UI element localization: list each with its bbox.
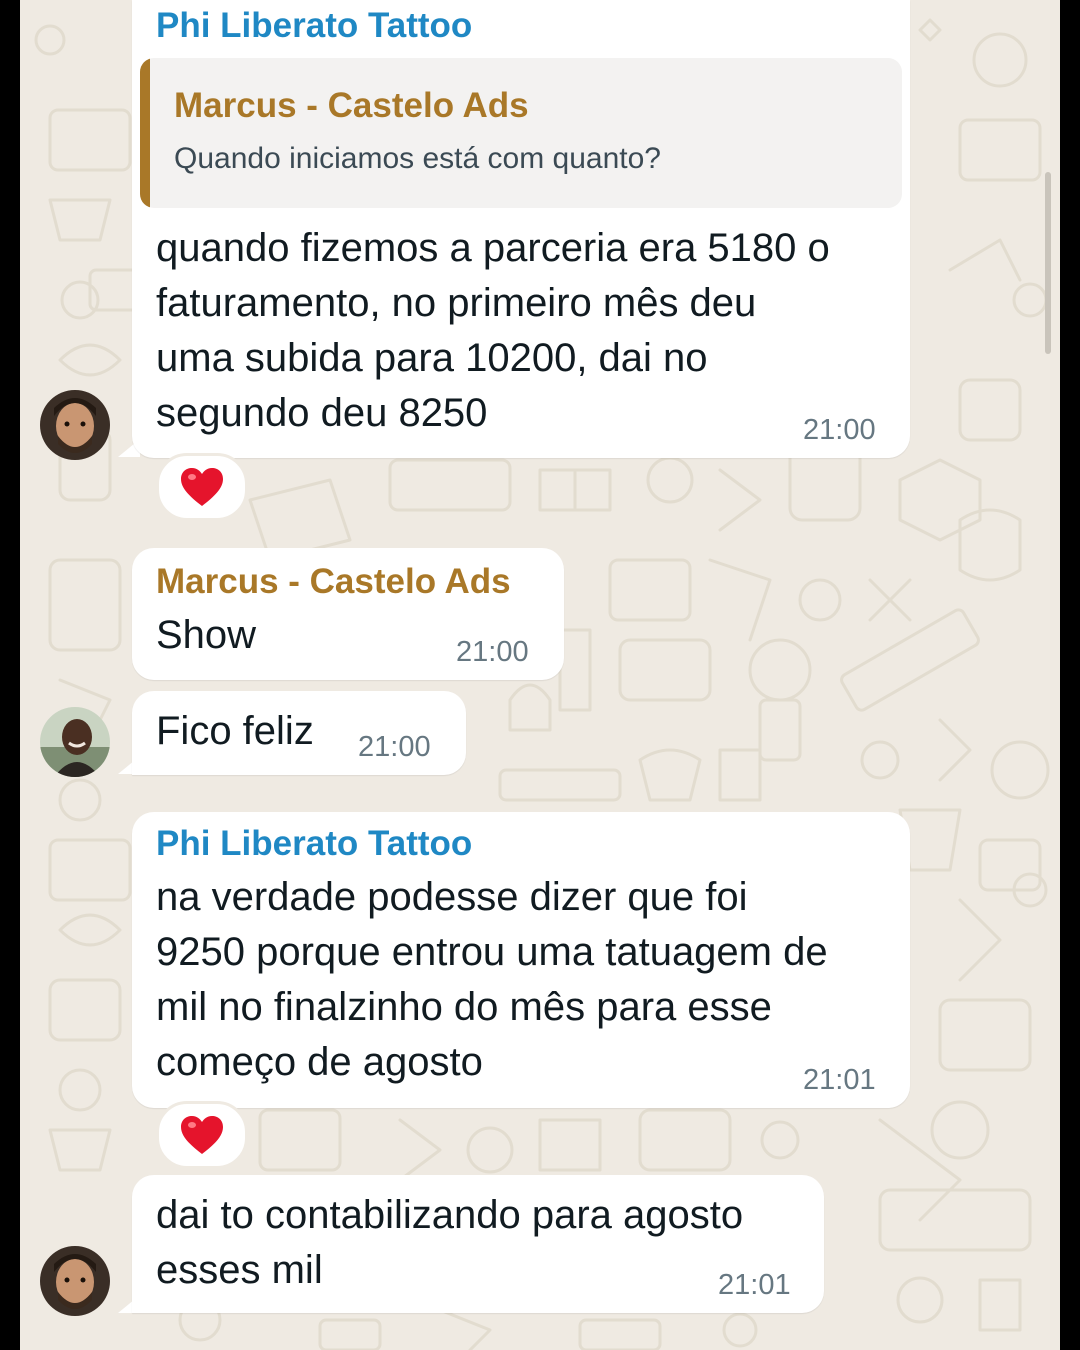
sender-name[interactable]: Phi Liberato Tattoo bbox=[156, 6, 472, 46]
message-time: 21:01 bbox=[803, 1064, 876, 1096]
quoted-author: Marcus - Castelo Ads bbox=[174, 86, 529, 125]
message-bubble[interactable]: Phi Liberato Tattoo na verdade podesse d… bbox=[132, 812, 910, 1108]
message-bubble[interactable]: Fico feliz 21:00 bbox=[132, 691, 466, 775]
heart-icon bbox=[181, 1116, 223, 1154]
quoted-message[interactable]: Marcus - Castelo Ads Quando iniciamos es… bbox=[140, 58, 902, 208]
sender-name[interactable]: Phi Liberato Tattoo bbox=[156, 824, 472, 864]
avatar[interactable] bbox=[40, 1246, 110, 1316]
sender-name[interactable]: Marcus - Castelo Ads bbox=[156, 562, 511, 602]
message-text: dai to contabilizando para agosto esses … bbox=[156, 1193, 744, 1292]
message-bubble[interactable]: Phi Liberato Tattoo Marcus - Castelo Ads… bbox=[132, 0, 910, 458]
message-time: 21:00 bbox=[456, 636, 529, 668]
message-bubble[interactable]: dai to contabilizando para agosto esses … bbox=[132, 1175, 824, 1313]
message-text: quando fizemos a parceria era 5180 o fat… bbox=[156, 226, 830, 435]
heart-icon bbox=[181, 468, 223, 506]
reaction-badge[interactable] bbox=[156, 1101, 248, 1169]
avatar-photo bbox=[40, 390, 110, 460]
quote-accent-bar bbox=[140, 58, 150, 208]
message-time: 21:00 bbox=[358, 731, 431, 763]
message-text: Show bbox=[156, 613, 257, 657]
message-text: na verdade podesse dizer que foi 9250 po… bbox=[156, 875, 828, 1084]
reaction-badge[interactable] bbox=[156, 453, 248, 521]
chat-area[interactable]: Phi Liberato Tattoo Marcus - Castelo Ads… bbox=[20, 0, 1060, 1350]
scrollbar[interactable] bbox=[1045, 172, 1051, 354]
avatar[interactable] bbox=[40, 390, 110, 460]
quoted-text: Quando iniciamos está com quanto? bbox=[174, 142, 661, 175]
message-time: 21:00 bbox=[803, 414, 876, 446]
avatar-photo bbox=[40, 1246, 110, 1316]
avatar[interactable] bbox=[40, 707, 110, 777]
message-text: Fico feliz bbox=[156, 709, 314, 753]
avatar-photo bbox=[40, 707, 110, 777]
message-bubble[interactable]: Marcus - Castelo Ads Show 21:00 bbox=[132, 548, 564, 680]
message-time: 21:01 bbox=[718, 1269, 791, 1301]
